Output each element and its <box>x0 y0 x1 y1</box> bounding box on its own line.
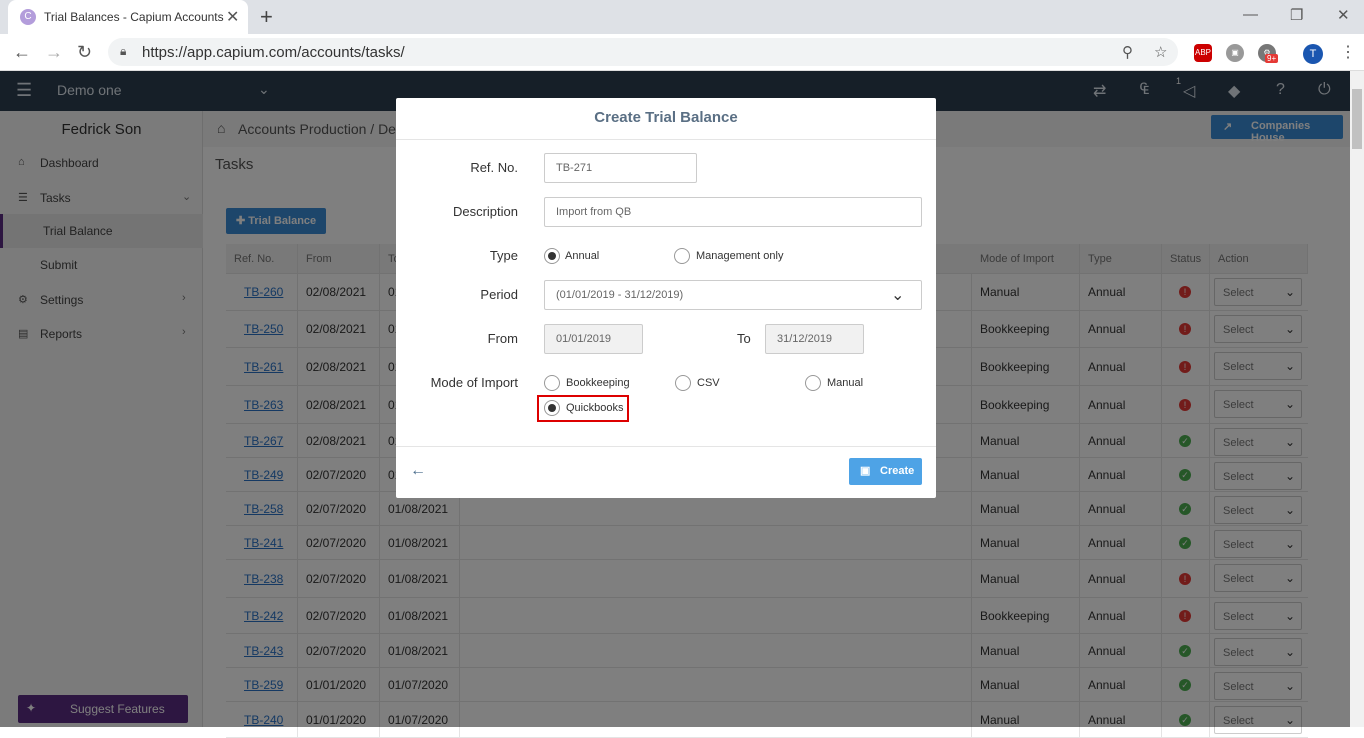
lock-icon: 🔒︎ <box>120 44 127 58</box>
type-label: Type <box>489 248 518 263</box>
ref-no-input[interactable]: TB-271 <box>544 153 697 183</box>
close-tab-icon[interactable]: ✕ <box>226 7 239 27</box>
type-annual-radio[interactable] <box>544 248 560 264</box>
star-icon[interactable]: ☆ <box>1154 43 1167 61</box>
browser-tabstrip: C Trial Balances - Capium Accounts ✕ + —… <box>0 0 1364 34</box>
mode-bookkeeping-radio[interactable] <box>544 375 560 391</box>
mode-label: Mode of Import <box>430 375 518 390</box>
save-icon: ▣ <box>860 465 871 477</box>
minimize-icon[interactable]: — <box>1243 6 1258 23</box>
back-icon[interactable]: ← <box>13 42 31 63</box>
scrollbar-thumb[interactable] <box>1352 89 1362 149</box>
period-label: Period <box>480 287 518 302</box>
mode-csv-radio[interactable] <box>675 375 691 391</box>
to-date-input[interactable]: 31/12/2019 <box>765 324 864 354</box>
reload-icon[interactable]: ↻ <box>77 42 92 63</box>
mode-manual-radio[interactable] <box>805 375 821 391</box>
new-tab-icon[interactable]: + <box>260 4 273 30</box>
tab-title: Trial Balances - Capium Accounts <box>44 10 224 24</box>
extension-icon[interactable]: ▣ <box>1226 44 1244 62</box>
restore-icon[interactable]: ❐ <box>1290 6 1303 24</box>
create-button[interactable]: ▣ Create <box>849 458 922 485</box>
type-annual-label[interactable]: Annual <box>565 250 599 262</box>
ref-label: Ref. No. <box>470 160 518 175</box>
browser-toolbar: ← → ↻ 🔒︎ https://app.capium.com/accounts… <box>0 34 1364 71</box>
chevron-down-icon: ⌄ <box>891 287 905 304</box>
menu-kebab-icon[interactable]: ⋮ <box>1340 42 1356 62</box>
description-label: Description <box>452 204 518 219</box>
create-trial-balance-modal: Create Trial Balance Ref. No. TB-271 Des… <box>396 98 936 498</box>
modal-footer-divider <box>396 446 936 447</box>
adblock-icon[interactable]: ABP <box>1194 44 1212 62</box>
address-bar[interactable]: 🔒︎ https://app.capium.com/accounts/tasks… <box>108 38 1178 66</box>
favicon-icon: C <box>20 9 36 25</box>
close-window-icon[interactable]: ✕ <box>1337 6 1350 24</box>
avatar[interactable]: T <box>1303 44 1323 64</box>
mode-csv-label[interactable]: CSV <box>697 377 720 389</box>
type-management-label[interactable]: Management only <box>696 250 783 262</box>
mode-manual-label[interactable]: Manual <box>827 377 863 389</box>
period-select[interactable]: (01/01/2019 - 31/12/2019) ⌄ <box>544 280 922 310</box>
from-label: From <box>487 331 518 346</box>
from-date-input[interactable]: 01/01/2019 <box>544 324 643 354</box>
scrollbar[interactable] <box>1350 71 1364 727</box>
highlight-box <box>537 395 629 422</box>
to-label: To <box>737 331 751 346</box>
browser-tab[interactable]: C Trial Balances - Capium Accounts ✕ <box>8 0 248 34</box>
forward-icon[interactable]: → <box>45 42 63 63</box>
mode-bookkeeping-label[interactable]: Bookkeeping <box>566 377 630 389</box>
back-arrow-icon[interactable]: ← <box>410 462 426 480</box>
zoom-icon[interactable]: ⚲ <box>1122 43 1133 61</box>
url-text[interactable]: https://app.capium.com/accounts/tasks/ <box>142 44 405 61</box>
modal-title: Create Trial Balance <box>396 98 936 140</box>
type-management-radio[interactable] <box>674 248 690 264</box>
extension-badge: 9+ <box>1265 54 1279 63</box>
description-input[interactable]: Import from QB <box>544 197 922 227</box>
